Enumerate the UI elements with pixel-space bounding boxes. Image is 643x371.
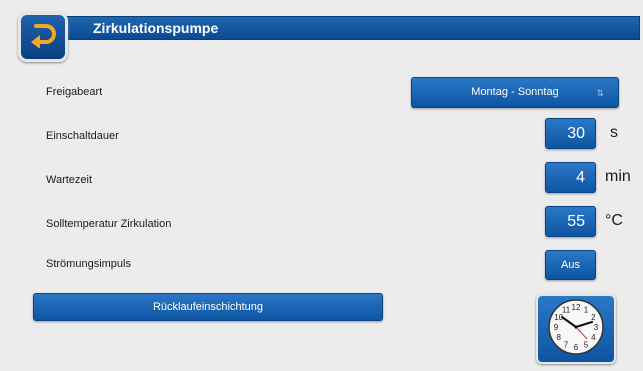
screen: Zirkulationspumpe Freigabeart Montag - S… (0, 0, 643, 371)
solltemperatur-unit: °C (605, 212, 623, 229)
freigabeart-label: Freigabeart (46, 86, 103, 98)
clock-numeral: 7 (564, 340, 569, 349)
einschaltdauer-unit: s (610, 124, 618, 141)
back-button[interactable] (18, 12, 68, 62)
clock-numeral: 9 (554, 323, 559, 332)
wartezeit-label: Wartezeit (46, 174, 93, 186)
dropdown-icon: ⇅ (596, 88, 604, 98)
clock-numeral: 6 (574, 343, 579, 352)
freigabeart-value: Montag - Sonntag (471, 86, 559, 98)
clock-numeral: 8 (556, 333, 561, 342)
clock-icon: 12 1 2 3 4 5 6 7 8 9 10 11 (545, 297, 607, 362)
clock-numeral: 2 (591, 313, 596, 322)
stroemungsimpuls-toggle[interactable]: Aus (545, 250, 596, 280)
einschaltdauer-value[interactable]: 30 (545, 118, 596, 149)
clock-numeral: 4 (591, 333, 596, 342)
stroemungsimpuls-label: Strömungsimpuls (46, 258, 131, 270)
return-arrow-icon (28, 22, 58, 53)
clock-numeral: 3 (594, 323, 599, 332)
clock-numeral: 1 (584, 305, 589, 314)
wartezeit-unit: min (605, 168, 631, 185)
solltemperatur-label: Solltemperatur Zirkulation (46, 218, 172, 230)
freigabeart-select[interactable]: Montag - Sonntag ⇅ (411, 77, 619, 108)
einschaltdauer-label: Einschaltdauer (46, 130, 119, 142)
clock-button[interactable]: 12 1 2 3 4 5 6 7 8 9 10 11 (536, 294, 616, 364)
page-title: Zirkulationspumpe (64, 16, 640, 40)
clock-numeral: 5 (584, 340, 589, 349)
solltemperatur-value[interactable]: 55 (545, 206, 596, 237)
clock-numeral: 12 (572, 303, 581, 312)
clock-numeral: 11 (562, 305, 571, 314)
wartezeit-value[interactable]: 4 (545, 162, 596, 193)
ruecklaufeinschichtung-button[interactable]: Rücklaufeinschichtung (33, 293, 383, 321)
